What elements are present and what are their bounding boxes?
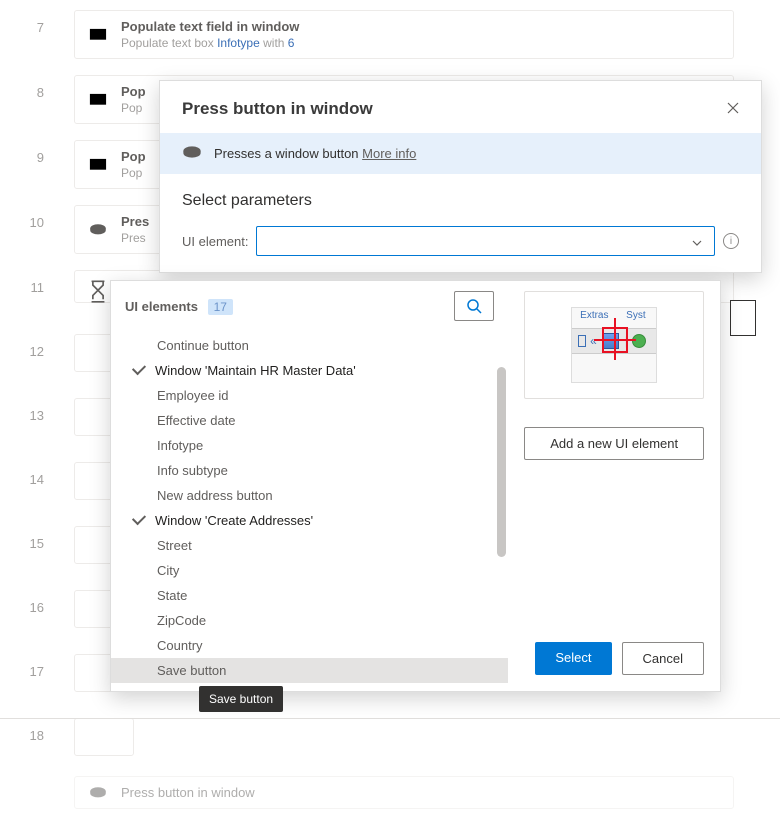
step-number: 10: [20, 205, 44, 230]
preview-icon: [632, 334, 646, 348]
step-title: Pop: [121, 149, 146, 164]
search-button[interactable]: [454, 291, 494, 321]
step-number: 11: [20, 270, 44, 295]
tree-group-label: Window 'Maintain HR Master Data': [155, 363, 356, 378]
dialog-title: Press button in window: [182, 99, 373, 119]
step-card[interactable]: Populate text field in window Populate t…: [74, 10, 734, 59]
chevron-down-icon: [135, 365, 147, 377]
highlight-cross: [614, 318, 616, 360]
section-title: Select parameters: [160, 174, 761, 220]
preview-icon: [578, 335, 586, 347]
tree-group[interactable]: Window 'Maintain HR Master Data': [111, 358, 508, 383]
add-ui-element-button[interactable]: Add a new UI element: [524, 427, 704, 460]
tree-item[interactable]: ZipCode: [111, 608, 508, 633]
tree-item[interactable]: Effective date: [111, 408, 508, 433]
step-number: 16: [20, 590, 44, 615]
ui-element-combobox[interactable]: [256, 226, 715, 256]
step-number: 17: [20, 654, 44, 679]
step-title: Populate text field in window: [121, 19, 299, 34]
resize-handle-partial: [730, 300, 756, 336]
textfield-icon: [89, 28, 107, 42]
step-number: 14: [20, 462, 44, 487]
param-label: UI element:: [182, 234, 248, 249]
press-button-icon: [89, 786, 107, 800]
tree-item[interactable]: City: [111, 558, 508, 583]
preview-menu-label: Syst: [626, 310, 645, 321]
step-subtitle: Pop: [121, 166, 146, 180]
tree-item[interactable]: Continue button: [111, 333, 508, 358]
banner-text: Presses a window button More info: [214, 146, 416, 161]
tree-item[interactable]: State: [111, 583, 508, 608]
picker-header: UI elements 17: [111, 281, 508, 331]
chevron-down-icon: [135, 515, 147, 527]
chevron-down-icon: [692, 234, 702, 249]
tooltip: Save button: [199, 686, 283, 712]
ui-element-preview: Extras Syst « |: [524, 291, 704, 399]
textfield-icon: [89, 93, 107, 107]
picker-footer: Select Cancel: [524, 628, 704, 675]
tree-group-label: Window 'Create Addresses': [155, 513, 313, 528]
press-button-icon: [89, 223, 107, 237]
step-number: 18: [20, 718, 44, 743]
step-number: 13: [20, 398, 44, 423]
dialog-header: Press button in window: [160, 81, 761, 133]
flow-step-18: 18: [20, 718, 780, 766]
step-number: 15: [20, 526, 44, 551]
preview-menu-label: Extras: [580, 310, 608, 321]
textfield-icon: [89, 158, 107, 172]
param-ui-element: UI element: i: [160, 220, 761, 272]
tree-item[interactable]: Country: [111, 633, 508, 658]
search-icon: [466, 298, 482, 314]
step-title: Pres: [121, 214, 149, 229]
tree-item[interactable]: Infotype: [111, 433, 508, 458]
picker-title: UI elements: [125, 299, 198, 314]
step-number: 7: [20, 10, 44, 35]
press-button-icon: [182, 145, 202, 162]
ui-element-tree: Continue button Window 'Maintain HR Mast…: [111, 331, 508, 691]
ui-element-list-pane: UI elements 17 Continue button Window 'M…: [111, 281, 508, 691]
step-subtitle: Pop: [121, 101, 146, 115]
step-card[interactable]: Press button in window: [74, 776, 734, 809]
divider: [0, 718, 780, 719]
tree-item[interactable]: Employee id: [111, 383, 508, 408]
step-subtitle: Populate text box Infotype with 6: [121, 36, 299, 50]
select-button[interactable]: Select: [535, 642, 611, 675]
tree-item-selected[interactable]: Save button: [111, 658, 508, 683]
tree-item[interactable]: Info subtype: [111, 458, 508, 483]
step-number: 12: [20, 334, 44, 359]
step-title: Pop: [121, 84, 146, 99]
info-banner: Presses a window button More info: [160, 133, 761, 174]
tree-item[interactable]: Street: [111, 533, 508, 558]
hourglass-icon: [89, 280, 107, 294]
ui-element-picker-panel: UI elements 17 Continue button Window 'M…: [110, 280, 721, 692]
info-icon[interactable]: i: [723, 233, 739, 249]
step-card[interactable]: [74, 718, 134, 756]
tree-item[interactable]: New address button: [111, 483, 508, 508]
preview-pane: Extras Syst « | Add a new UI element Sel…: [508, 281, 720, 691]
flow-step-bottom: Press button in window: [20, 776, 780, 824]
close-icon[interactable]: [727, 101, 739, 117]
tree-group[interactable]: Window 'Create Addresses': [111, 508, 508, 533]
flow-step-7: 7 Populate text field in window Populate…: [20, 10, 780, 59]
more-info-link[interactable]: More info: [362, 146, 416, 161]
picker-title-wrap: UI elements 17: [125, 299, 233, 314]
preview-screenshot: Extras Syst « |: [571, 307, 657, 383]
step-number: 8: [20, 75, 44, 100]
step-number: [20, 776, 44, 786]
cancel-button[interactable]: Cancel: [622, 642, 704, 675]
step-number: 9: [20, 140, 44, 165]
count-badge: 17: [208, 299, 233, 315]
scrollbar-thumb[interactable]: [497, 367, 506, 557]
step-title: Press button in window: [121, 785, 255, 800]
action-dialog: Press button in window Presses a window …: [159, 80, 762, 273]
step-subtitle: Pres: [121, 231, 149, 245]
